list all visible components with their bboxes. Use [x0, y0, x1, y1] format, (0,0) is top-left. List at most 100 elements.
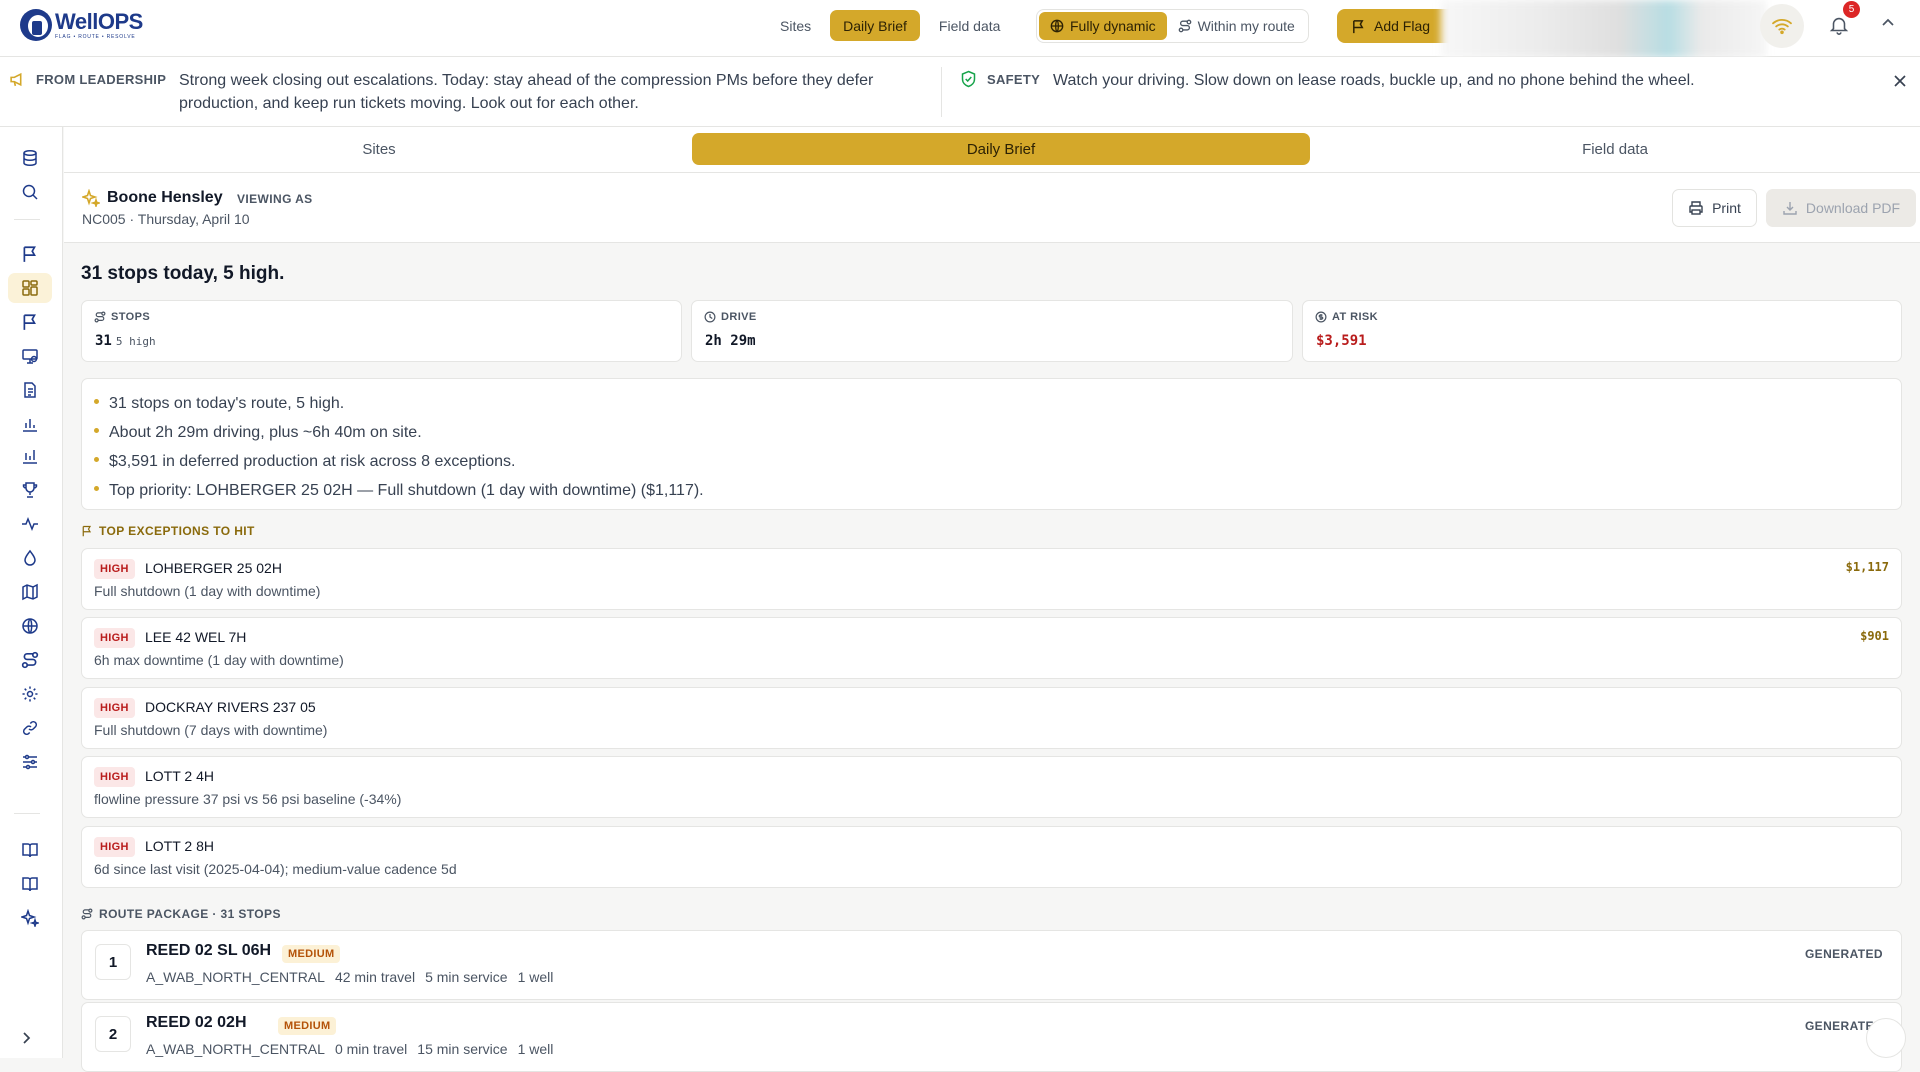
within-route-option[interactable]: Within my route	[1167, 12, 1306, 40]
kpi-stops-sub: 5 high	[115, 335, 156, 348]
megaphone-icon	[9, 71, 26, 88]
flag-icon	[1351, 19, 1366, 34]
redacted-area	[1441, 0, 1766, 58]
sidebar-item-analytics[interactable]	[8, 409, 52, 439]
database-icon	[23, 149, 37, 167]
viewing-as-label[interactable]: VIEWING AS	[237, 192, 313, 206]
document-icon	[24, 382, 36, 398]
nav-sites[interactable]: Sites	[767, 10, 824, 41]
route-stop-row[interactable]: 1 REED 02 SL 06H MEDIUM A_WAB_NORTH_CENT…	[81, 930, 1902, 1000]
close-icon	[1894, 75, 1906, 87]
collapse-header-button[interactable]	[1880, 15, 1896, 31]
book-open-icon	[22, 843, 38, 858]
within-route-label: Within my route	[1197, 18, 1295, 34]
leadership-message: Strong week closing out escalations. Tod…	[179, 72, 874, 112]
sidebar-item-fluids[interactable]	[8, 543, 52, 573]
sidebar-item-reports[interactable]	[8, 375, 52, 405]
route-stop-row[interactable]: 2 REED 02 02H MEDIUM A_WAB_NORTH_CENTRAL…	[81, 1002, 1902, 1072]
exception-description: flowline pressure 37 psi vs 56 psi basel…	[94, 791, 402, 807]
sidebar-item-activity[interactable]	[8, 509, 52, 539]
banner-divider	[941, 67, 942, 117]
sidebar-item-regions[interactable]	[8, 611, 52, 641]
add-flag-button[interactable]: Add Flag	[1337, 9, 1457, 43]
dollar-circle-icon	[1315, 311, 1327, 323]
sidebar-item-filters[interactable]	[8, 747, 52, 777]
book-icon	[22, 877, 38, 892]
sidebar-item-dashboard[interactable]	[8, 273, 52, 303]
brief-headline: 31 stops today, 5 high.	[81, 263, 285, 284]
sidebar-divider	[14, 219, 40, 220]
route-icon	[21, 651, 39, 669]
close-banner-button[interactable]	[1893, 74, 1907, 88]
dashboard-grid-icon	[22, 280, 38, 296]
route-icon	[94, 311, 106, 323]
download-pdf-button[interactable]: Download PDF	[1766, 189, 1916, 227]
download-pdf-label: Download PDF	[1805, 200, 1901, 216]
scroll-to-top-button[interactable]	[1866, 1018, 1906, 1058]
kpi-at-risk: AT RISK $3,591	[1302, 300, 1902, 362]
stop-service: 5 min service	[425, 969, 508, 985]
route-mode-toggle: Fully dynamic Within my route	[1036, 9, 1309, 43]
sidebar-item-docs[interactable]	[8, 835, 52, 865]
exception-row[interactable]: HIGH LOHBERGER 25 02H Full shutdown (1 d…	[81, 548, 1902, 610]
leadership-label: FROM LEADERSHIP	[36, 72, 167, 87]
nav-field-data[interactable]: Field data	[926, 10, 1013, 41]
print-button[interactable]: Print	[1672, 189, 1757, 227]
sidebar-item-flag-review[interactable]	[8, 307, 52, 337]
fully-dynamic-option[interactable]: Fully dynamic	[1039, 12, 1167, 40]
exception-description: Full shutdown (7 days with downtime)	[94, 722, 328, 738]
sidebar-item-ai[interactable]	[8, 903, 52, 933]
print-label: Print	[1712, 200, 1741, 216]
stop-wells: 1 well	[517, 969, 554, 985]
sidebar-item-guide[interactable]	[8, 869, 52, 899]
link-icon	[22, 720, 38, 736]
logo-mark-icon	[20, 9, 52, 41]
sidebar-item-routes[interactable]	[8, 645, 52, 675]
exceptions-section-label: TOP EXCEPTIONS TO HIT	[81, 524, 255, 538]
tab-field-data[interactable]: Field data	[1310, 133, 1920, 165]
sidebar-item-search[interactable]	[8, 177, 52, 207]
bar-chart-alt-icon	[23, 450, 37, 464]
logo-tagline: FLAG • ROUTE • RESOLVE	[55, 33, 136, 40]
sidebar-item-integrations[interactable]	[8, 713, 52, 743]
sidebar-item-flags[interactable]	[8, 239, 52, 269]
stop-meta: A_WAB_NORTH_CENTRAL 42 min travel 5 min …	[146, 969, 553, 985]
stop-meta: A_WAB_NORTH_CENTRAL 0 min travel 15 min …	[146, 1041, 553, 1057]
tab-sites[interactable]: Sites	[64, 133, 694, 165]
route-and-date: NC005 · Thursday, April 10	[82, 211, 250, 227]
tab-daily-brief[interactable]: Daily Brief	[692, 133, 1310, 165]
connection-status-button[interactable]	[1760, 4, 1804, 48]
stop-status: GENERATED	[1804, 947, 1883, 961]
gear-icon	[22, 686, 38, 702]
globe-icon	[22, 618, 38, 634]
sidebar-item-map[interactable]	[8, 577, 52, 607]
nav-daily-brief[interactable]: Daily Brief	[830, 10, 920, 41]
stop-site-name: REED 02 02H	[146, 1014, 247, 1031]
exception-row[interactable]: HIGH LEE 42 WEL 7H 6h max downtime (1 da…	[81, 617, 1902, 679]
sidebar-item-data[interactable]	[8, 143, 52, 173]
trophy-icon	[22, 482, 38, 498]
priority-badge: HIGH	[94, 559, 135, 579]
safety-label: SAFETY	[987, 72, 1041, 87]
exception-site-name: LOTT 2 8H	[145, 838, 214, 854]
wellops-logo[interactable]: WellOPS FLAG • ROUTE • RESOLVE	[20, 9, 143, 41]
stop-site-name: REED 02 SL 06H	[146, 942, 272, 959]
sidebar-item-leaderboard[interactable]	[8, 475, 52, 505]
exception-amount: $901	[1860, 629, 1889, 643]
exception-row[interactable]: HIGH DOCKRAY RIVERS 237 05 Full shutdown…	[81, 687, 1902, 749]
exception-row[interactable]: HIGH LOTT 2 8H 6d since last visit (2025…	[81, 826, 1902, 888]
main-content: Sites Daily Brief Field data Boone Hensl…	[64, 127, 1920, 1072]
priority-badge: MEDIUM	[282, 945, 341, 963]
sidebar-item-trends[interactable]	[8, 441, 52, 471]
exception-site-name: DOCKRAY RIVERS 237 05	[145, 699, 316, 715]
sidebar-item-monitor[interactable]	[8, 341, 52, 371]
stop-service: 15 min service	[417, 1041, 508, 1057]
sidebar-item-settings[interactable]	[8, 679, 52, 709]
droplet-icon	[24, 549, 36, 566]
chevron-right-icon	[23, 1032, 31, 1044]
priority-badge: HIGH	[94, 837, 135, 857]
exception-row[interactable]: HIGH LOTT 2 4H flowline pressure 37 psi …	[81, 756, 1902, 818]
sidebar	[0, 127, 63, 1058]
expand-sidebar-button[interactable]	[18, 1030, 34, 1046]
download-icon	[1783, 202, 1797, 215]
